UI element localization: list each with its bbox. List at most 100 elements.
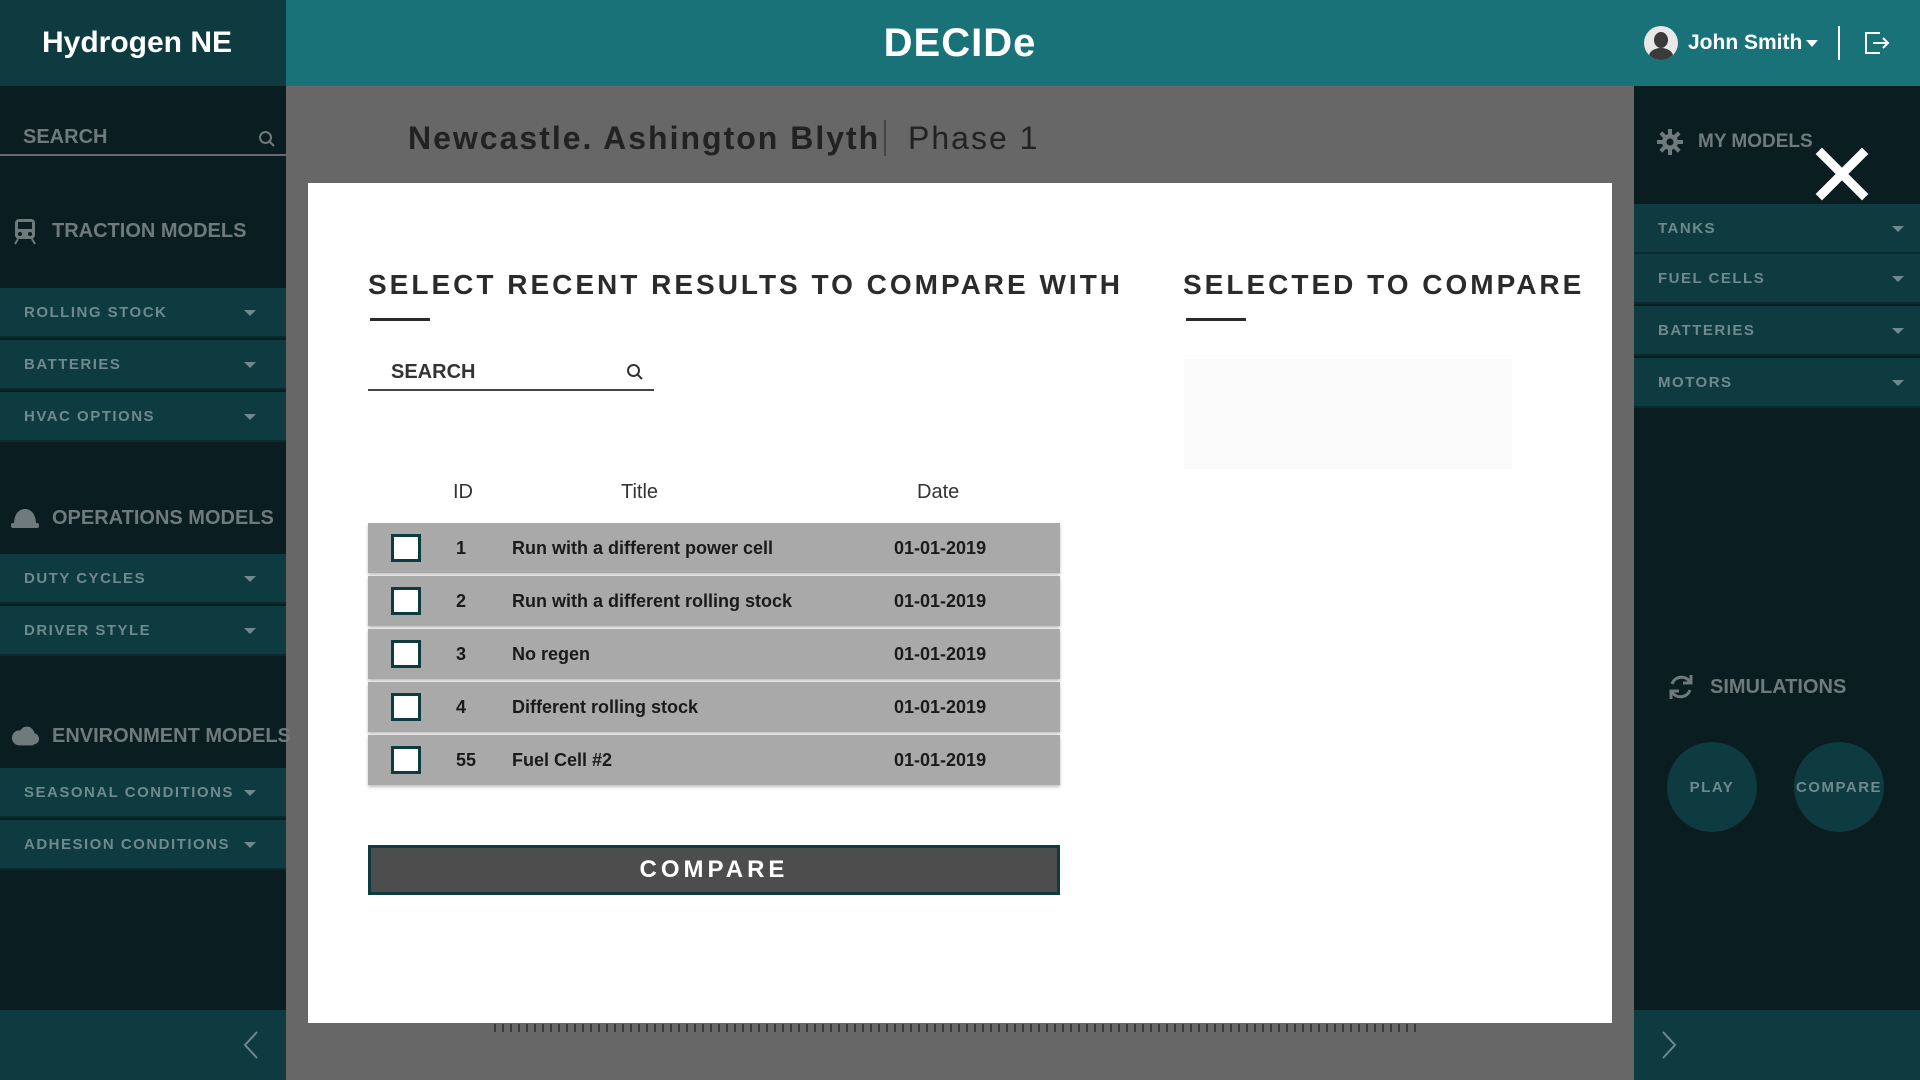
chevron-down-icon: [244, 628, 256, 634]
column-header-date[interactable]: Date: [917, 481, 959, 504]
simulations-header: SIMULATIONS: [1666, 672, 1846, 702]
search-icon[interactable]: [626, 363, 644, 381]
user-bar: John Smith: [1634, 0, 1920, 86]
chevron-down-icon: [244, 310, 256, 316]
chevron-down-icon: [1892, 328, 1904, 334]
sidebar-item-duty-cycles[interactable]: DUTY CYCLES: [0, 554, 286, 604]
heading-underline: [370, 318, 430, 321]
hard-hat-icon: [10, 504, 40, 532]
left-search-label: SEARCH: [23, 126, 108, 148]
compare-modal: SELECT RECENT RESULTS TO COMPARE WITH SE…: [308, 183, 1612, 1023]
chevron-down-icon[interactable]: [1806, 39, 1819, 47]
modal-heading-selected: SELECTED TO COMPARE: [1183, 269, 1585, 300]
row-date: 01-01-2019: [894, 644, 987, 664]
chevron-left-icon[interactable]: [242, 1030, 260, 1060]
timeline-ticks: [494, 1024, 1420, 1032]
sidebar-item-label: SEASONAL CONDITIONS: [24, 783, 234, 801]
column-header-id[interactable]: ID: [453, 481, 473, 504]
row-id: 1: [456, 538, 467, 558]
row-checkbox[interactable]: [391, 587, 421, 615]
row-id: 4: [456, 697, 467, 717]
left-sidebar: SEARCH TRACTION MODELS ROLLING STOCK BAT…: [0, 86, 291, 1010]
sidebar-item-seasonal-conditions[interactable]: SEASONAL CONDITIONS: [0, 768, 286, 818]
sidebar-item-label: HVAC OPTIONS: [24, 407, 156, 425]
row-title: No regen: [512, 644, 591, 664]
sidebar-item-driver-style[interactable]: DRIVER STYLE: [0, 606, 286, 656]
chevron-down-icon: [1892, 226, 1904, 232]
gear-icon: [1657, 129, 1683, 155]
left-collapse-bar: [0, 1010, 286, 1080]
page-phase: Phase 1: [908, 120, 1040, 156]
sidebar-item-motors[interactable]: MOTORS: [1634, 358, 1920, 408]
play-button[interactable]: PLAY: [1667, 742, 1757, 832]
sidebar-item-label: DRIVER STYLE: [24, 621, 152, 639]
avatar-icon[interactable]: [1644, 26, 1678, 60]
sidebar-item-label: ROLLING STOCK: [24, 303, 168, 321]
section-title-label: ENVIRONMENT MODELS: [52, 724, 291, 747]
modal-search-input[interactable]: SEARCH: [368, 355, 654, 391]
app-title: DECIDe: [883, 20, 1037, 65]
compare-button[interactable]: COMPARE: [368, 845, 1060, 895]
search-icon[interactable]: [258, 130, 276, 148]
section-operations-models[interactable]: OPERATIONS MODELS: [10, 498, 274, 538]
sidebar-item-adhesion-conditions[interactable]: ADHESION CONDITIONS: [0, 820, 286, 870]
chevron-down-icon: [1892, 380, 1904, 386]
table-row[interactable]: 1 Run with a different power cell 01-01-…: [368, 523, 1060, 573]
sidebar-item-fuel-cells[interactable]: FUEL CELLS: [1634, 254, 1920, 304]
chevron-down-icon: [244, 414, 256, 420]
sidebar-item-tanks[interactable]: TANKS: [1634, 204, 1920, 254]
modal-search-label: SEARCH: [391, 361, 476, 383]
row-date: 01-01-2019: [894, 538, 987, 558]
section-title-label: OPERATIONS MODELS: [52, 506, 274, 529]
my-models-label: MY MODELS: [1698, 131, 1813, 152]
section-traction-models[interactable]: TRACTION MODELS: [10, 211, 246, 251]
row-date: 01-01-2019: [894, 697, 987, 717]
row-id: 55: [456, 750, 477, 770]
chevron-down-icon: [244, 842, 256, 848]
top-bar: DECIDe: [286, 0, 1634, 86]
left-search-input[interactable]: SEARCH: [0, 126, 286, 156]
user-name[interactable]: John Smith: [1688, 31, 1802, 55]
table-row[interactable]: 55 Fuel Cell #2 01-01-2019: [368, 735, 1060, 785]
right-sidebar: MY MODELS TANKS FUEL CELLS BATTERIES MOT…: [1634, 86, 1920, 1010]
row-id: 3: [456, 644, 467, 664]
sidebar-item-label: MOTORS: [1658, 373, 1733, 391]
row-checkbox[interactable]: [391, 693, 421, 721]
column-header-title[interactable]: Title: [621, 481, 658, 504]
train-icon: [10, 217, 40, 245]
right-collapse-bar: [1634, 1010, 1920, 1080]
row-checkbox[interactable]: [391, 640, 421, 668]
chevron-right-icon[interactable]: [1660, 1030, 1678, 1060]
compare-sim-button[interactable]: COMPARE: [1794, 742, 1884, 832]
table-row[interactable]: 2 Run with a different rolling stock 01-…: [368, 576, 1060, 626]
section-environment-models[interactable]: ENVIRONMENT MODELS: [10, 716, 291, 756]
sidebar-item-batteries[interactable]: BATTERIES: [0, 340, 286, 390]
sidebar-item-label: BATTERIES: [1658, 321, 1756, 339]
logout-icon[interactable]: [1860, 27, 1892, 59]
table-row[interactable]: 3 No regen 01-01-2019: [368, 629, 1060, 679]
sidebar-item-label: TANKS: [1658, 219, 1717, 237]
chevron-down-icon: [244, 576, 256, 582]
row-title: Different rolling stock: [512, 697, 699, 717]
sidebar-item-rolling-stock[interactable]: ROLLING STOCK: [0, 288, 286, 338]
row-checkbox[interactable]: [391, 534, 421, 562]
sidebar-item-label: DUTY CYCLES: [24, 569, 147, 587]
row-title: Fuel Cell #2: [512, 750, 613, 770]
chevron-down-icon: [244, 790, 256, 796]
row-checkbox[interactable]: [391, 746, 421, 774]
cloud-icon: [10, 722, 40, 750]
refresh-icon[interactable]: [1666, 672, 1696, 702]
sidebar-item-label: BATTERIES: [24, 355, 122, 373]
divider: [1838, 26, 1841, 60]
my-models-header[interactable]: MY MODELS: [1656, 128, 1813, 156]
row-title: Run with a different power cell: [512, 538, 774, 558]
sidebar-item-batteries-right[interactable]: BATTERIES: [1634, 306, 1920, 356]
sidebar-item-hvac-options[interactable]: HVAC OPTIONS: [0, 392, 286, 442]
section-title-label: TRACTION MODELS: [52, 219, 247, 242]
row-date: 01-01-2019: [894, 750, 987, 770]
title-divider: [884, 120, 886, 156]
table-row[interactable]: 4 Different rolling stock 01-01-2019: [368, 682, 1060, 732]
close-icon[interactable]: [1812, 144, 1872, 204]
simulations-label: SIMULATIONS: [1710, 675, 1847, 698]
brand-logo[interactable]: Hydrogen NE: [0, 0, 286, 86]
